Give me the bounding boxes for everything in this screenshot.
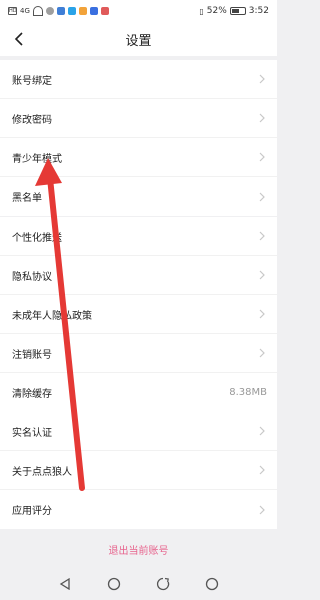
settings-item-clear-cache[interactable]: 清除缓存 8.38MB bbox=[0, 373, 277, 412]
chevron-right-icon bbox=[257, 113, 267, 123]
settings-group-about: 实名认证 关于点点狼人 应用评分 bbox=[0, 412, 277, 529]
settings-item-label: 关于点点狼人 bbox=[12, 466, 72, 478]
carrier-label: HD bbox=[8, 7, 17, 15]
settings-item-teen-mode[interactable]: 青少年模式 bbox=[0, 138, 277, 177]
settings-item-label: 个性化推送 bbox=[12, 232, 62, 244]
back-arrow-icon bbox=[14, 32, 23, 46]
cache-size-value: 8.38MB bbox=[229, 387, 267, 398]
chevron-right-icon bbox=[257, 270, 267, 280]
settings-item-label: 修改密码 bbox=[12, 114, 52, 126]
settings-item-label: 应用评分 bbox=[12, 506, 52, 517]
status-left: HD 4G bbox=[8, 6, 109, 16]
settings-group-privacy: 个性化推送 隐私协议 未成年人隐私政策 注销账号 清除缓存 8.38MB bbox=[0, 217, 277, 412]
settings-item-minor-privacy-policy[interactable]: 未成年人隐私政策 bbox=[0, 295, 277, 334]
top-nav-bar: 设置 bbox=[0, 22, 277, 56]
settings-item-personalized-push[interactable]: 个性化推送 bbox=[0, 217, 277, 256]
chevron-right-icon bbox=[257, 348, 267, 358]
settings-item-label: 黑名单 bbox=[12, 193, 42, 204]
logout-area: 退出当前账号 bbox=[0, 530, 277, 568]
circle-recents-icon bbox=[206, 577, 219, 591]
app-notification-icon bbox=[78, 7, 87, 15]
clock: 3:52 bbox=[248, 6, 269, 16]
settings-item-real-name-verification[interactable]: 实名认证 bbox=[0, 412, 277, 451]
app-notification-icon bbox=[89, 7, 98, 15]
chevron-right-icon bbox=[257, 231, 267, 241]
settings-item-blacklist[interactable]: 黑名单 bbox=[0, 177, 277, 216]
settings-item-label: 注销账号 bbox=[12, 349, 52, 361]
settings-item-label: 账号绑定 bbox=[12, 75, 52, 87]
status-right: ▯ 52% 3:52 bbox=[199, 6, 269, 16]
circle-home-icon bbox=[107, 577, 121, 591]
settings-item-label: 实名认证 bbox=[12, 427, 52, 439]
chevron-right-icon bbox=[257, 192, 267, 202]
back-button[interactable] bbox=[8, 28, 30, 50]
settings-group-account: 账号绑定 修改密码 青少年模式 黑名单 bbox=[0, 60, 277, 216]
nav-recents-button[interactable] bbox=[203, 575, 221, 593]
status-bar: HD 4G ▯ 52% 3:52 bbox=[0, 0, 277, 22]
chevron-right-icon bbox=[257, 426, 267, 436]
chevron-right-icon bbox=[257, 74, 267, 84]
settings-item-delete-account[interactable]: 注销账号 bbox=[0, 334, 277, 373]
settings-item-account-binding[interactable]: 账号绑定 bbox=[0, 60, 277, 99]
battery-icon bbox=[229, 7, 246, 15]
vibrate-icon: ▯ bbox=[199, 6, 204, 16]
battery-percent: 52% bbox=[206, 6, 227, 16]
chevron-right-icon bbox=[257, 505, 267, 515]
nav-home-button[interactable] bbox=[105, 575, 123, 593]
chevron-right-icon bbox=[257, 465, 267, 475]
settings-item-change-password[interactable]: 修改密码 bbox=[0, 99, 277, 138]
settings-item-label: 未成年人隐私政策 bbox=[12, 310, 92, 322]
app-notification-icon bbox=[100, 7, 109, 15]
chevron-right-icon bbox=[257, 309, 267, 319]
app-notification-icon bbox=[67, 7, 76, 15]
triangle-back-icon bbox=[59, 578, 70, 590]
wifi-icon bbox=[32, 6, 43, 16]
settings-item-privacy-agreement[interactable]: 隐私协议 bbox=[0, 256, 277, 295]
settings-item-label: 隐私协议 bbox=[12, 271, 52, 283]
app-notification-icon bbox=[45, 7, 54, 15]
settings-item-label: 青少年模式 bbox=[12, 153, 62, 165]
system-nav-bar bbox=[0, 568, 277, 600]
nav-back-button[interactable] bbox=[56, 575, 74, 593]
settings-item-label: 清除缓存 bbox=[12, 389, 52, 400]
settings-item-app-rating[interactable]: 应用评分 bbox=[0, 490, 277, 529]
chevron-right-icon bbox=[257, 152, 267, 162]
settings-item-about[interactable]: 关于点点狼人 bbox=[0, 451, 277, 490]
nav-assistant-button[interactable] bbox=[154, 575, 172, 593]
refresh-circle-icon bbox=[157, 577, 170, 591]
signal-label: 4G bbox=[20, 7, 30, 15]
logout-button[interactable]: 退出当前账号 bbox=[109, 542, 169, 557]
app-notification-icon bbox=[56, 7, 65, 15]
page-title: 设置 bbox=[125, 33, 152, 49]
